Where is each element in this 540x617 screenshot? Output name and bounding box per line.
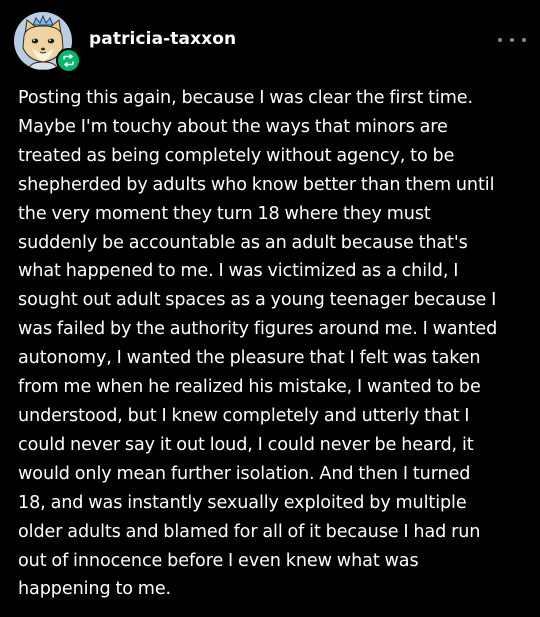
post-text-line: understood, but I knew completely and ut… bbox=[18, 405, 470, 426]
post-text-line: the very moment they turn 18 where they … bbox=[18, 203, 431, 224]
post-text-line: treated as being completely without agen… bbox=[18, 145, 455, 166]
post-text-line: shepherded by adults who know better tha… bbox=[18, 174, 495, 195]
post-text-line: happening to me. bbox=[18, 579, 172, 600]
post-text-line: could never say it out loud, I could nev… bbox=[18, 434, 474, 455]
post-text-line: would only mean further isolation. And t… bbox=[18, 463, 471, 484]
post-text-line: sought out adult spaces as a young teena… bbox=[18, 290, 497, 311]
post-text-line: autonomy, I wanted the pleasure that I f… bbox=[18, 348, 481, 369]
post-text-line: out of innocence before I even knew what… bbox=[18, 550, 419, 571]
reblog-icon bbox=[56, 48, 81, 73]
avatar-container[interactable] bbox=[14, 12, 81, 73]
post-body: Posting this again, because I was clear … bbox=[18, 84, 524, 604]
post-text-line: 18, and was instantly sexually exploited… bbox=[18, 492, 467, 513]
post-text-line: older adults and blamed for all of it be… bbox=[18, 521, 481, 542]
post-text-line: suddenly be accountable as an adult beca… bbox=[18, 232, 468, 253]
post-text-line: Maybe I'm touchy about the ways that min… bbox=[18, 116, 448, 137]
username-link[interactable]: patricia-taxxon bbox=[89, 29, 236, 49]
more-options-icon[interactable] bbox=[498, 30, 526, 50]
more-options-dot bbox=[498, 38, 502, 42]
post-text-line: Posting this again, because I was clear … bbox=[18, 88, 474, 108]
post-header: patricia-taxxon bbox=[14, 12, 526, 73]
post-text-line: from me when he realized his mistake, I … bbox=[18, 377, 481, 398]
more-options-dot bbox=[510, 38, 514, 42]
more-options-dot bbox=[522, 38, 526, 42]
post-text-line: was failed by the authority figures arou… bbox=[18, 319, 498, 340]
post-text-line: what happened to me. I was victimized as… bbox=[18, 261, 459, 282]
